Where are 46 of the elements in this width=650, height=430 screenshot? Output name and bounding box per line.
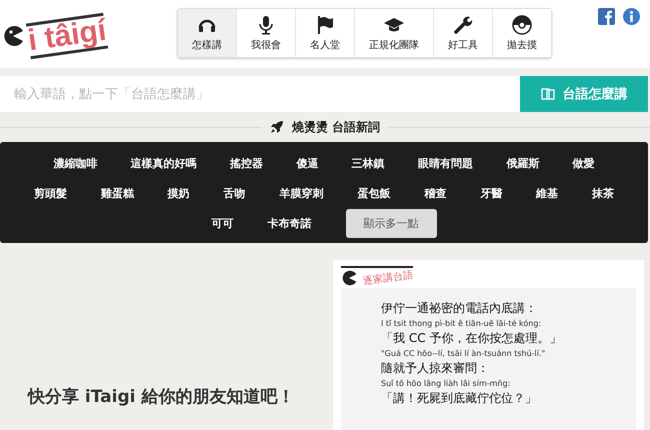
flag-icon xyxy=(315,15,335,35)
word-link[interactable]: 這樣真的好嗎 xyxy=(130,156,197,170)
word-link[interactable]: 卡布奇諾 xyxy=(268,216,312,230)
word-link[interactable]: 牙醫 xyxy=(480,186,502,200)
word-link[interactable]: 濃縮咖啡 xyxy=(53,156,98,170)
word-link[interactable]: 傻逼 xyxy=(296,156,318,170)
romanized-line: I tī tsit thong pì-bit ê tiān-uē lāi-té kóng: xyxy=(381,319,542,328)
section-heading: 燒燙燙 台語新詞 xyxy=(292,118,380,136)
word-link[interactable]: 維基 xyxy=(536,186,558,200)
facebook-icon[interactable] xyxy=(598,8,615,25)
show-more-button[interactable]: 顯示多一點 xyxy=(346,208,436,238)
rocket-icon xyxy=(270,120,284,134)
dictionary-icon xyxy=(540,87,554,101)
search-field[interactable]: 輸入華語，點一下「台語怎麼講」 xyxy=(0,76,520,112)
word-link[interactable]: 稽查 xyxy=(424,186,446,200)
chinese-line: 隨就予人掠來審問： xyxy=(381,360,490,377)
word-link[interactable]: 抹茶 xyxy=(592,186,614,200)
pacman-logo-icon xyxy=(341,270,357,286)
word-link[interactable]: 舌吻 xyxy=(224,186,246,200)
word-link[interactable]: 摸奶 xyxy=(168,186,190,200)
nav-tab[interactable]: 正規化團隊 xyxy=(355,9,434,57)
nav-tab[interactable]: 怎樣講 xyxy=(178,9,237,57)
nav-tab[interactable]: 好工具 xyxy=(434,9,493,57)
word-link[interactable]: 搖控器 xyxy=(230,156,263,170)
word-link[interactable]: 剪頭髮 xyxy=(34,186,67,200)
word-link[interactable]: 雞蛋糕 xyxy=(100,186,134,200)
wrench-icon xyxy=(453,15,473,35)
brand-text: 逐家講台語 xyxy=(362,268,414,288)
share-text: 快分享 iTaigi 給你的朋友知道吧！ xyxy=(26,386,294,408)
nav-tab[interactable]: 我很會 xyxy=(237,9,296,57)
info-icon[interactable] xyxy=(623,8,640,25)
word-link[interactable]: 可可 xyxy=(212,216,234,230)
word-link[interactable]: 做愛 xyxy=(572,156,595,170)
romanized-line: "Guá CC hōo--lí, tsāi lí àn-tsuánn tshú-lí." xyxy=(381,349,546,358)
chinese-line: 「我 CC 予你，在你按怎處理。」 xyxy=(381,330,562,347)
word-link[interactable]: 眼睛有問題 xyxy=(418,156,473,170)
nav-tab[interactable]: 拋去摸 xyxy=(493,9,551,57)
word-link[interactable]: 蛋包飯 xyxy=(357,186,390,200)
chinese-line: 伊佇一通祕密的電話內底講： xyxy=(381,300,538,317)
word-link[interactable]: 三林鎮 xyxy=(352,156,385,170)
romanized-line: Suî tō hōo lâng liàh lâi sím-mn̄g: xyxy=(381,379,512,388)
nav-tab[interactable]: 名人堂 xyxy=(296,9,355,57)
word-link[interactable]: 俄羅斯 xyxy=(506,156,540,170)
chinese-line: 「講！死屍到底藏佇佗位？」 xyxy=(381,390,538,407)
ball-icon xyxy=(512,15,532,35)
word-link[interactable]: 羊膜穿刺 xyxy=(280,186,324,200)
